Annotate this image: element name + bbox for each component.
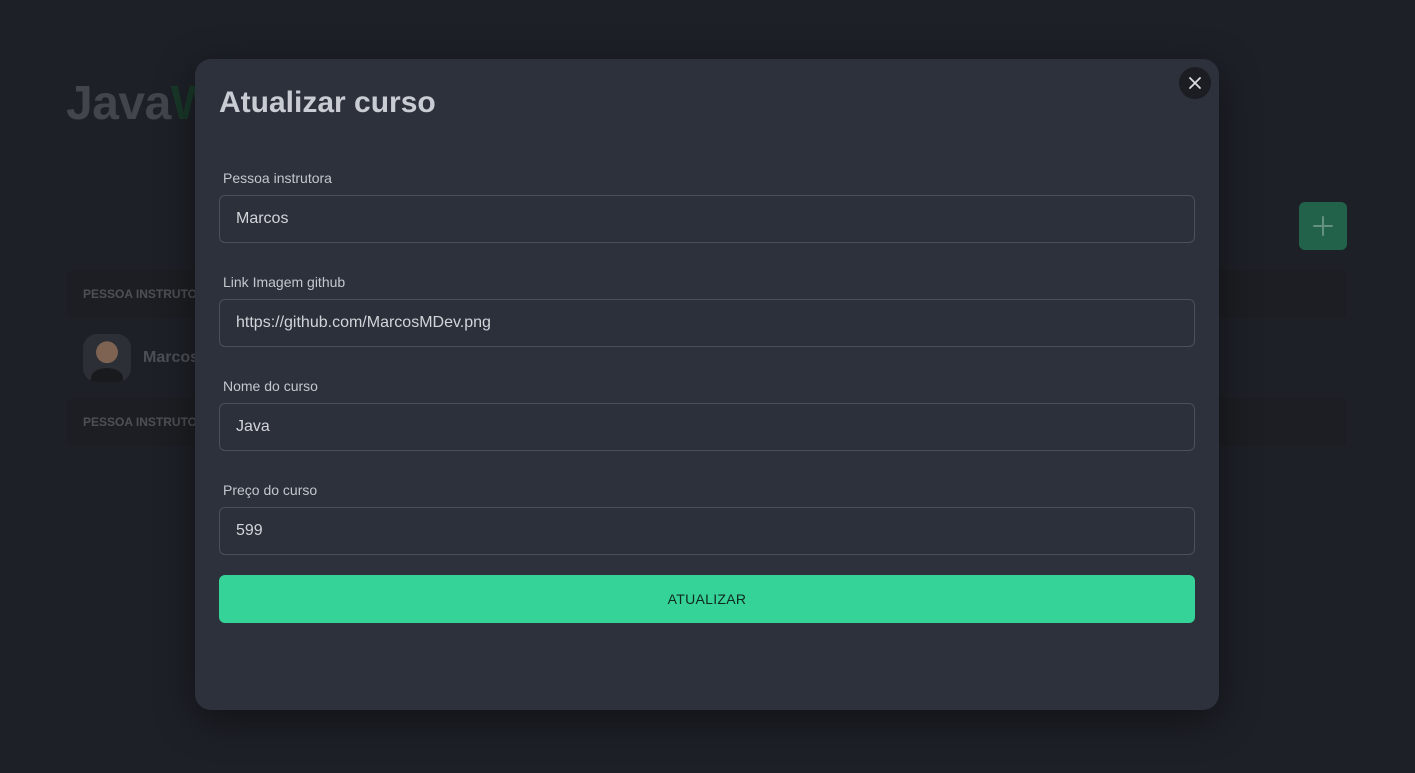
course-price-label: Preço do curso xyxy=(223,482,318,498)
github-image-input[interactable]: https://github.com/MarcosMDev.png xyxy=(219,299,1195,347)
close-button[interactable] xyxy=(1179,67,1211,99)
course-price-input[interactable]: 599 xyxy=(219,507,1195,555)
modal-title: Atualizar curso xyxy=(219,86,436,119)
page: JavaW PESSOA INSTRUTOR Marcos PESSOA INS… xyxy=(0,0,1415,773)
update-button[interactable]: ATUALIZAR xyxy=(219,575,1195,623)
course-price-field: Preço do curso 599 xyxy=(219,481,1195,555)
instructor-field: Pessoa instrutora Marcos xyxy=(219,169,1195,243)
course-name-field: Nome do curso Java xyxy=(219,377,1195,451)
github-image-label: Link Imagem github xyxy=(223,274,346,290)
github-image-field: Link Imagem github https://github.com/Ma… xyxy=(219,273,1195,347)
course-name-input[interactable]: Java xyxy=(219,403,1195,451)
instructor-label: Pessoa instrutora xyxy=(223,170,332,186)
update-course-modal: Atualizar curso Pessoa instrutora Marcos… xyxy=(195,59,1219,710)
course-name-label: Nome do curso xyxy=(223,378,318,394)
instructor-input[interactable]: Marcos xyxy=(219,195,1195,243)
close-icon xyxy=(1189,77,1201,89)
